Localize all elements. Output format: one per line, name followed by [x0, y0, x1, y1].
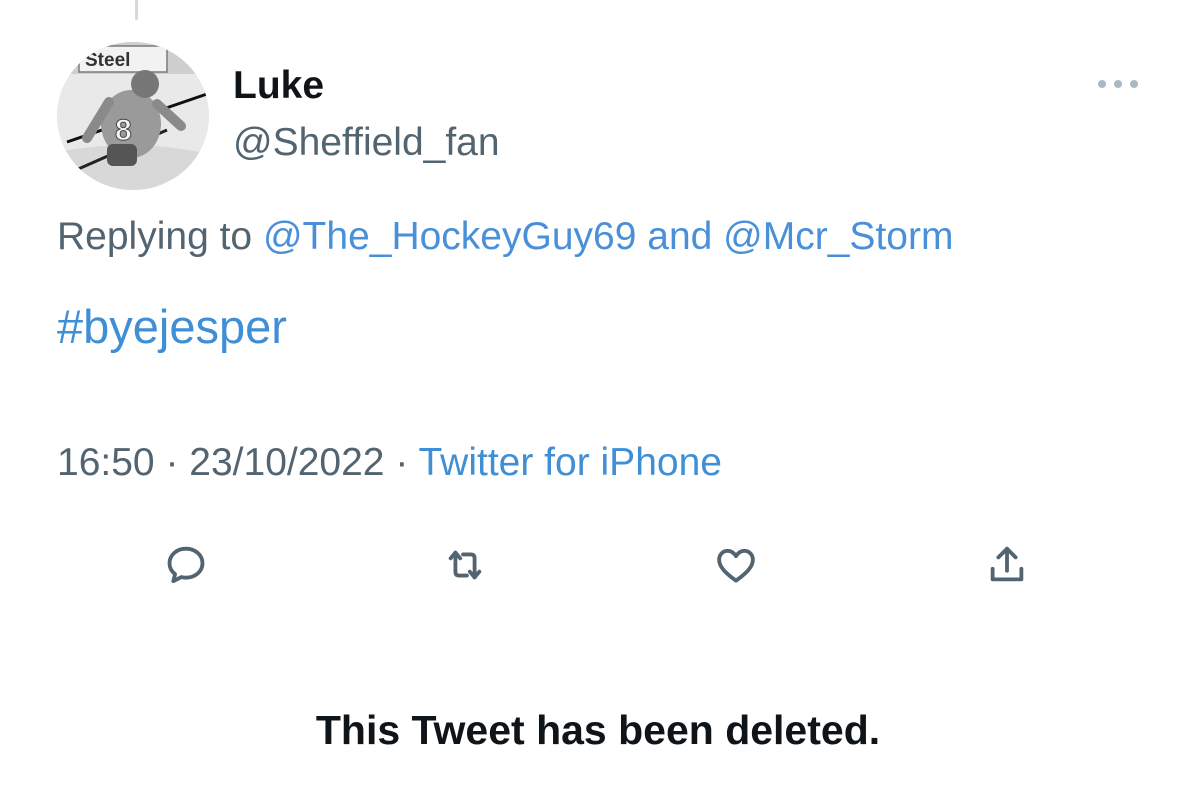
reply-joiner: and — [647, 215, 713, 258]
thread-connector-line — [135, 0, 138, 20]
like-button[interactable] — [711, 540, 761, 590]
replying-to-line: Replying to @The_HockeyGuy69 and @Mcr_St… — [57, 214, 953, 260]
more-dot — [1098, 80, 1106, 88]
share-icon — [990, 546, 1024, 582]
reply-button[interactable] — [161, 540, 211, 590]
meta-separator: · — [395, 441, 409, 484]
reply-to-user-link[interactable]: @The_HockeyGuy69 — [263, 215, 636, 258]
replying-prefix: Replying to — [57, 215, 253, 258]
meta-separator: · — [165, 441, 179, 484]
deleted-tweet-notice: This Tweet has been deleted. — [0, 706, 1200, 754]
user-handle[interactable]: @Sheffield_fan — [233, 121, 500, 165]
hashtag-link[interactable]: #byejesper — [57, 300, 287, 354]
svg-text:8: 8 — [115, 114, 132, 147]
retweet-icon — [448, 550, 482, 580]
reply-to-user-link[interactable]: @Mcr_Storm — [723, 215, 953, 258]
tweet-date[interactable]: 23/10/2022 — [189, 441, 384, 484]
like-icon — [717, 548, 755, 583]
svg-text:Steel: Steel — [85, 50, 130, 71]
tweet-action-bar — [0, 540, 1200, 590]
share-button[interactable] — [982, 540, 1032, 590]
retweet-button[interactable] — [440, 540, 490, 590]
more-dot — [1114, 80, 1122, 88]
display-name[interactable]: Luke — [233, 64, 324, 108]
avatar-hockey-player-image: Steel 8 — [57, 42, 209, 190]
more-options-icon[interactable] — [1096, 74, 1140, 94]
tweet-source-link[interactable]: Twitter for iPhone — [418, 441, 721, 484]
more-dot — [1130, 80, 1138, 88]
reply-icon — [167, 546, 205, 584]
avatar[interactable]: Steel 8 — [57, 42, 209, 190]
tweet-meta: 16:50 · 23/10/2022 · Twitter for iPhone — [57, 440, 722, 486]
tweet-time[interactable]: 16:50 — [57, 441, 155, 484]
deleted-notice-text: This Tweet has been deleted. — [315, 707, 881, 753]
